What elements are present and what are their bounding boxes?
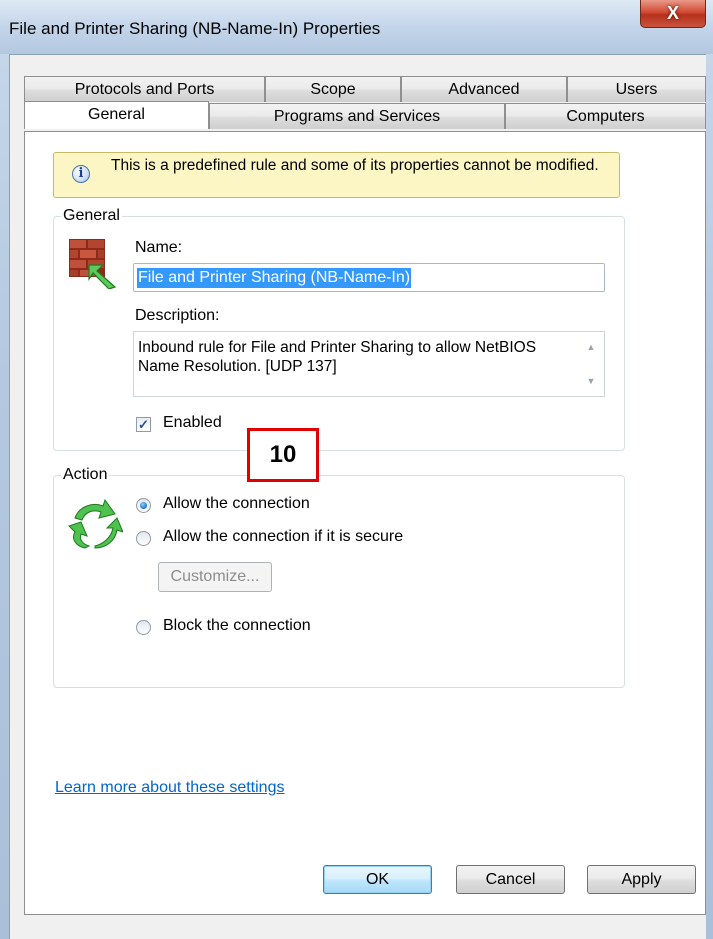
allow-if-secure-label: Allow the connection if it is secure — [163, 528, 404, 545]
enabled-label: Enabled — [163, 414, 222, 431]
description-field[interactable]: Inbound rule for File and Printer Sharin… — [133, 331, 605, 397]
info-icon: i — [72, 165, 90, 183]
customize-button[interactable]: Customize... — [158, 562, 272, 592]
name-label: Name: — [135, 239, 183, 256]
tab-protocols-and-ports[interactable]: Protocols and Ports — [24, 76, 265, 102]
scroll-down-arrow-icon[interactable]: ▼ — [583, 374, 599, 388]
cancel-button[interactable]: Cancel — [456, 865, 565, 894]
general-group-label: General — [61, 207, 122, 225]
tab-computers[interactable]: Computers — [505, 103, 706, 129]
firewall-brick-arrow-icon — [69, 239, 117, 289]
name-field[interactable]: File and Printer Sharing (NB-Name-In) — [133, 263, 605, 292]
title-bar: File and Printer Sharing (NB-Name-In) Pr… — [0, 0, 713, 54]
tab-users[interactable]: Users — [567, 76, 706, 102]
close-button[interactable]: X — [640, 0, 706, 28]
apply-button[interactable]: Apply — [587, 865, 696, 894]
block-connection-label: Block the connection — [163, 617, 311, 634]
scroll-up-arrow-icon[interactable]: ▲ — [583, 340, 599, 354]
infobar-text: This is a predefined rule and some of it… — [111, 157, 599, 174]
properties-dialog: File and Printer Sharing (NB-Name-In) Pr… — [0, 0, 713, 939]
tab-row-back: Protocols and Ports Scope Advanced Users — [24, 76, 706, 102]
block-connection-radio[interactable] — [136, 620, 151, 635]
dialog-client-area: Protocols and Ports Scope Advanced Users… — [9, 54, 706, 939]
tab-general[interactable]: General — [24, 101, 209, 129]
action-group-label: Action — [61, 466, 110, 484]
enabled-checkbox[interactable]: ✓ — [136, 417, 151, 432]
tab-scope[interactable]: Scope — [265, 76, 401, 102]
allow-connection-label: Allow the connection — [163, 495, 310, 512]
allow-if-secure-radio[interactable] — [136, 531, 151, 546]
predefined-rule-infobar: i This is a predefined rule and some of … — [53, 152, 620, 198]
learn-more-link[interactable]: Learn more about these settings — [55, 779, 284, 797]
name-field-value: File and Printer Sharing (NB-Name-In) — [137, 268, 412, 288]
tab-advanced[interactable]: Advanced — [401, 76, 567, 102]
description-field-value: Inbound rule for File and Printer Sharin… — [138, 339, 537, 375]
tab-programs-and-services[interactable]: Programs and Services — [209, 103, 505, 129]
close-icon: X — [666, 3, 679, 23]
description-label: Description: — [135, 307, 220, 324]
allow-connection-radio[interactable] — [136, 498, 151, 513]
green-refresh-arrows-icon — [68, 498, 123, 549]
tab-row-front: General Programs and Services Computers — [24, 101, 706, 129]
ok-button[interactable]: OK — [323, 865, 432, 894]
window-title: File and Printer Sharing (NB-Name-In) Pr… — [9, 19, 381, 38]
general-tab-panel: i This is a predefined rule and some of … — [24, 131, 706, 915]
step-number-callout: 10 — [247, 428, 319, 482]
